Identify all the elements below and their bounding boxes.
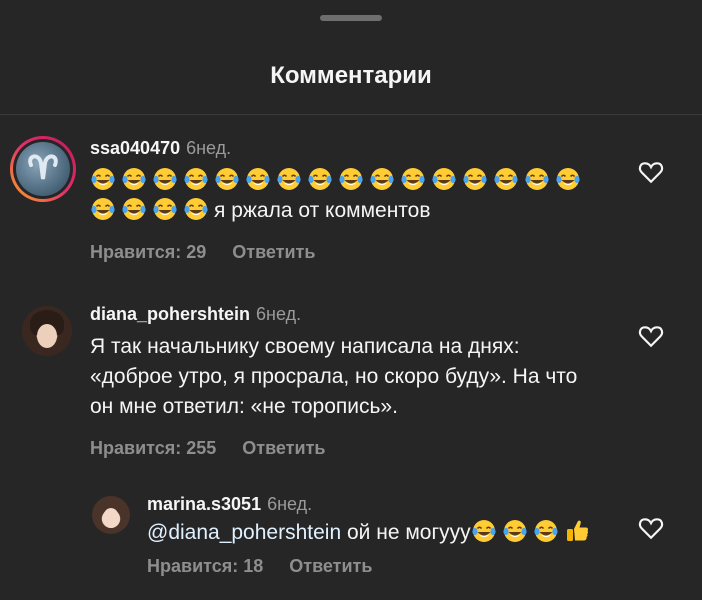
reply-button[interactable]: Ответить	[232, 242, 315, 262]
mention-link[interactable]: @diana_pohershtein	[147, 521, 341, 544]
tears-of-joy-icon	[472, 520, 496, 542]
reply-button[interactable]: Ответить	[242, 438, 325, 458]
tears-of-joy-icon	[401, 168, 425, 190]
tears-of-joy-icon	[246, 168, 270, 190]
tears-of-joy-icon	[122, 198, 146, 220]
avatar[interactable]	[22, 306, 72, 356]
tears-of-joy-icon	[534, 520, 558, 542]
drag-handle[interactable]	[320, 15, 382, 21]
sheet-title: Комментарии	[270, 62, 432, 89]
avatar[interactable]	[92, 496, 130, 534]
tears-of-joy-icon	[153, 168, 177, 190]
aries-avatar-image	[16, 142, 70, 196]
comment-actions: Нравится: 18 Ответить	[147, 556, 637, 577]
heart-icon[interactable]	[638, 324, 664, 348]
comment-username[interactable]: marina.s3051	[147, 494, 261, 514]
heart-icon[interactable]	[638, 516, 664, 540]
comment-text-content: я ржала от комментов	[214, 199, 431, 222]
tears-of-joy-icon	[463, 168, 487, 190]
comment-actions: Нравится: 29 Ответить	[90, 242, 610, 263]
tears-of-joy-icon	[556, 168, 580, 190]
comment-time: 6нед.	[256, 304, 302, 324]
reply-button[interactable]: Ответить	[289, 556, 372, 576]
tears-of-joy-icon	[184, 198, 208, 220]
comment-body: marina.s3051 6нед. @diana_pohershtein ой …	[147, 492, 637, 577]
likes-count[interactable]: Нравится: 18	[147, 556, 263, 576]
tears-of-joy-icon	[494, 168, 518, 190]
tears-of-joy-icon	[339, 168, 363, 190]
comment-username[interactable]: diana_pohershtein	[90, 304, 250, 324]
tears-of-joy-icon	[308, 168, 332, 190]
comment-time: 6нед.	[267, 494, 313, 514]
tears-of-joy-icon	[277, 168, 301, 190]
tears-of-joy-icon	[122, 168, 146, 190]
tears-of-joy-icon	[215, 168, 239, 190]
comment-text: Я так начальнику своему написала на днях…	[90, 335, 578, 418]
avatar-photo	[103, 508, 119, 528]
tears-of-joy-icon	[432, 168, 456, 190]
likes-count[interactable]: Нравится: 255	[90, 438, 216, 458]
tears-of-joy-icon	[503, 520, 527, 542]
comments-sheet: Комментарии ssa040470 6нед. я ржала от ко…	[0, 0, 702, 600]
tears-of-joy-icon	[153, 198, 177, 220]
tears-of-joy-icon	[91, 198, 115, 220]
comment-time: 6нед.	[186, 138, 232, 158]
comment-username[interactable]: ssa040470	[90, 138, 180, 158]
comment-text-content: ой не могууу	[341, 521, 471, 544]
thumbs-up-icon	[566, 520, 588, 541]
tears-of-joy-icon	[370, 168, 394, 190]
tears-of-joy-icon	[184, 168, 208, 190]
header-divider	[0, 114, 702, 115]
comment-text: я ржала от комментов	[90, 166, 610, 226]
comment-actions: Нравится: 255 Ответить	[90, 438, 600, 459]
avatar[interactable]	[10, 136, 76, 202]
comment-body: diana_pohershtein 6нед. Я так начальнику …	[90, 302, 600, 459]
likes-count[interactable]: Нравится: 29	[90, 242, 206, 262]
tears-of-joy-icon	[91, 168, 115, 190]
tears-of-joy-icon	[525, 168, 549, 190]
heart-icon[interactable]	[638, 160, 664, 184]
comment-text: @diana_pohershtein ой не могууу	[147, 518, 637, 548]
comment-body: ssa040470 6нед. я ржала от комментов Нрав…	[90, 136, 610, 263]
emoji-group	[471, 520, 595, 544]
